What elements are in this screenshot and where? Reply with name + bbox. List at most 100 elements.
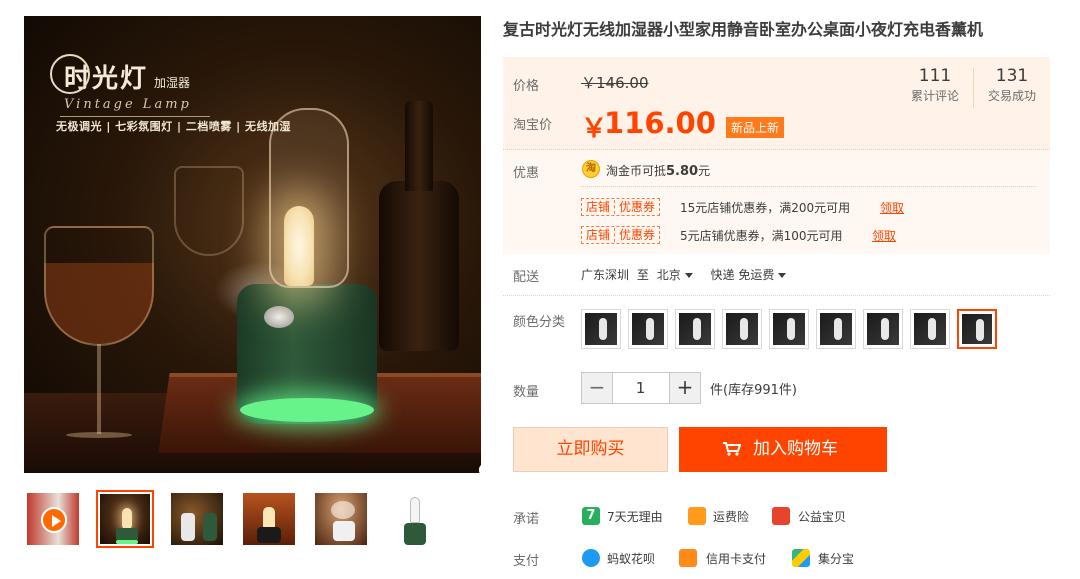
- coin-offset-amount: 5.80: [666, 164, 699, 179]
- shipping-method: 快递 免运费: [710, 268, 775, 282]
- quantity-decrease-button[interactable]: −: [581, 372, 613, 404]
- coupon-description-1: 15元店铺优惠券，满200元可用: [680, 201, 851, 215]
- sales-stat: 131 交易成功: [981, 66, 1043, 104]
- zoom-icon[interactable]: [478, 462, 481, 473]
- color-option-swatch[interactable]: [769, 309, 809, 349]
- claim-coupon-link-2[interactable]: 领取: [872, 227, 896, 244]
- coin-offset-label: 淘金币可抵: [606, 164, 667, 178]
- feature-tagline: 无极调光 | 七彩氛围灯 | 二档喷雾 | 无线加湿: [56, 120, 292, 133]
- thumbnail-image-1[interactable]: [96, 490, 154, 548]
- color-option-swatch[interactable]: [628, 309, 668, 349]
- background-glass: [174, 166, 244, 256]
- promotion-separator: [581, 186, 1036, 187]
- coupon-tag-2: 店铺 优惠券: [581, 226, 661, 244]
- ship-to-word: 至: [636, 268, 649, 282]
- shipping-label: 配送: [513, 270, 540, 285]
- stock-info: 件(库存991件): [710, 383, 797, 398]
- wine-glass: [44, 226, 154, 346]
- new-arrival-badge: 新品上新: [726, 117, 785, 138]
- freight-insurance-icon: [688, 507, 706, 525]
- buy-now-button[interactable]: 立即购买: [513, 427, 668, 472]
- color-option-thumbnail: [914, 313, 946, 345]
- coupon-shop-label: 店铺: [586, 228, 611, 242]
- color-option-thumbnail: [632, 313, 664, 345]
- color-option-swatch[interactable]: [957, 309, 997, 349]
- ship-from: 广东深圳: [581, 268, 630, 282]
- coupon-shop-label: 店铺: [586, 200, 611, 214]
- brand-logo: 时光灯 加湿器 Vintage Lamp: [50, 54, 210, 117]
- lamp-glass-chimney: [269, 108, 349, 288]
- sales-count: 131: [995, 66, 1029, 86]
- charity-item[interactable]: 公益宝贝: [798, 508, 846, 525]
- seven-day-return-icon: 7: [582, 507, 600, 525]
- background-bottle: [379, 101, 459, 351]
- promotion-label: 优惠: [513, 166, 540, 181]
- add-to-cart-button[interactable]: 加入购物车: [679, 427, 887, 472]
- thumbnail-video[interactable]: [24, 490, 82, 548]
- claim-coupon-link-1[interactable]: 领取: [880, 199, 904, 216]
- charity-icon: [772, 507, 790, 525]
- coin-offset-unit: 元: [698, 164, 711, 178]
- reviews-count: 111: [918, 66, 952, 86]
- thumbnail-image-5[interactable]: [384, 490, 442, 548]
- add-to-cart-label: 加入购物车: [753, 439, 838, 459]
- quantity-input[interactable]: 1: [612, 372, 669, 404]
- coin-offset-text: 淘金币可抵5.80元: [606, 162, 710, 179]
- credit-card-payment[interactable]: 信用卡支付: [706, 550, 766, 567]
- freight-insurance[interactable]: 运费险: [713, 508, 749, 525]
- coupon-description-2: 5元店铺优惠券，满100元可用: [680, 229, 843, 243]
- brand-underline: [60, 116, 210, 117]
- wine-glass-foot: [66, 432, 132, 438]
- shopping-cart-icon: [723, 442, 741, 456]
- seven-day-return[interactable]: 7天无理由: [607, 508, 663, 525]
- quantity-label: 数量: [513, 385, 540, 400]
- huabei-payment[interactable]: 蚂蚁花呗: [607, 550, 655, 567]
- main-product-image[interactable]: 时光灯 加湿器 Vintage Lamp 无极调光 | 七彩氛围灯 | 二档喷雾 …: [24, 16, 481, 473]
- original-price: ￥146.00: [581, 74, 649, 92]
- color-label: 颜色分类: [513, 315, 566, 330]
- credit-card-icon: [679, 549, 697, 567]
- chevron-down-icon: [778, 273, 787, 278]
- color-option-thumbnail: [585, 313, 617, 345]
- chevron-down-icon: [684, 273, 693, 278]
- brand-circle-mark: [50, 54, 90, 94]
- shipping-info: 广东深圳 至 北京 快递 免运费: [581, 266, 792, 283]
- taojinbi-coin-icon: 淘: [582, 160, 600, 178]
- sales-label: 交易成功: [987, 89, 1036, 103]
- thumbnail-image-3[interactable]: [240, 490, 298, 548]
- color-option-thumbnail: [773, 313, 805, 345]
- lamp-nozzle: [264, 306, 294, 328]
- promise-label: 承诺: [513, 512, 540, 527]
- wine-glass-stem: [97, 344, 101, 434]
- shipping-method-select[interactable]: 快递 免运费: [711, 268, 793, 282]
- huabei-icon: [582, 549, 600, 567]
- reviews-stat[interactable]: 111 累计评论: [903, 66, 967, 104]
- coupon-type-label: 优惠券: [619, 228, 656, 242]
- color-option-swatch[interactable]: [581, 309, 621, 349]
- payment-label: 支付: [513, 554, 540, 569]
- quantity-increase-button[interactable]: +: [669, 372, 701, 404]
- color-option-swatch[interactable]: [910, 309, 950, 349]
- thumbnail-image-4[interactable]: [312, 490, 370, 548]
- brand-subtitle: 加湿器: [154, 76, 191, 90]
- color-option-thumbnail: [867, 313, 899, 345]
- color-option-swatch[interactable]: [863, 309, 903, 349]
- current-price-label: 淘宝价: [513, 118, 553, 133]
- ship-destination-select[interactable]: 北京: [657, 268, 699, 282]
- play-icon[interactable]: [41, 507, 67, 533]
- product-title: 复古时光灯无线加湿器小型家用静音卧室办公桌面小夜灯充电香薰机: [503, 20, 984, 39]
- coupon-tag-1: 店铺 优惠券: [581, 198, 661, 216]
- color-option-swatch[interactable]: [816, 309, 856, 349]
- color-option-thumbnail: [820, 313, 852, 345]
- original-price-label: 价格: [513, 79, 540, 94]
- color-option-thumbnail: [726, 313, 758, 345]
- reviews-label: 累计评论: [910, 89, 959, 103]
- thumbnail-image-2[interactable]: [168, 490, 226, 548]
- jifenbao-payment[interactable]: 集分宝: [818, 550, 854, 567]
- jifenbao-icon: [792, 549, 810, 567]
- lamp-base-glow: [240, 398, 374, 422]
- color-option-swatch[interactable]: [722, 309, 762, 349]
- section-divider: [503, 295, 1050, 296]
- color-option-swatch[interactable]: [675, 309, 715, 349]
- stats-divider: [973, 68, 974, 108]
